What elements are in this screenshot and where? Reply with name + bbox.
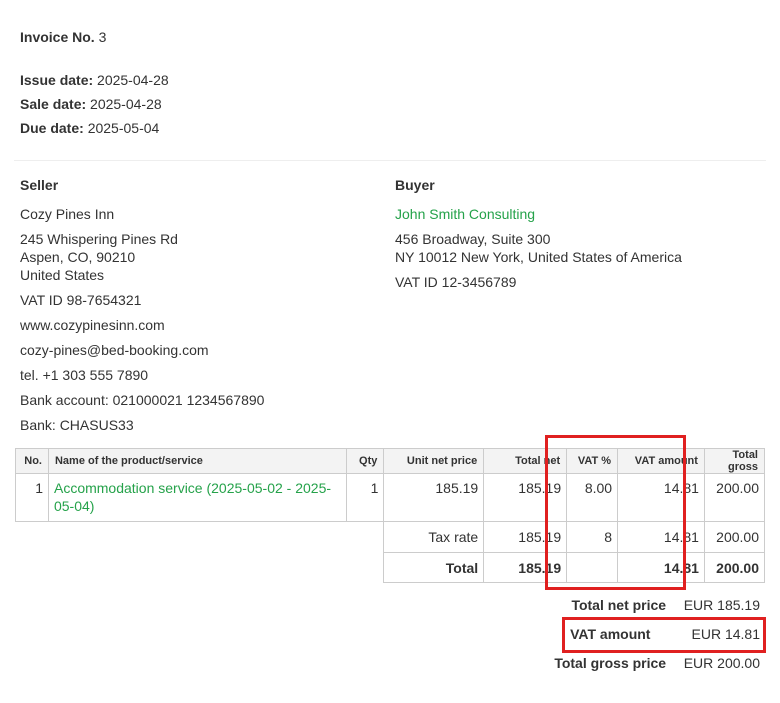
invoice-number: 3 <box>98 29 107 45</box>
seller-vat-id: VAT ID 98-7654321 <box>20 292 142 308</box>
summary-gross-label: Total gross price <box>554 655 667 671</box>
buyer-name-link[interactable]: John Smith Consulting <box>395 205 765 223</box>
buyer-address-line2: NY 10012 New York, United States of Amer… <box>395 249 682 265</box>
summary-net-row: Total net price EUR 185.19 <box>536 597 760 613</box>
summary-vat-label: VAT amount <box>570 626 651 642</box>
buyer-vat-id: VAT ID 12-3456789 <box>395 274 517 290</box>
seller-address-line2: Aspen, CO, 90210 <box>20 249 136 265</box>
invoice-number-label: Invoice No. <box>20 29 95 45</box>
divider <box>14 160 766 161</box>
empty-cell <box>16 553 384 583</box>
buyer-title: Buyer <box>395 177 435 193</box>
issue-date: 2025-04-28 <box>97 72 169 88</box>
seller-country: United States <box>20 267 105 283</box>
summary-net-value: EUR 185.19 <box>683 597 760 613</box>
summary-vat-row: VAT amount EUR 14.81 <box>570 626 760 642</box>
empty-cell <box>16 522 384 553</box>
invoice-meta: Invoice No. 3 Issue date: 2025-04-28 Sal… <box>20 28 169 143</box>
buyer-address-line1: 456 Broadway, Suite 300 <box>395 231 551 247</box>
seller-title: Seller <box>20 177 59 193</box>
summary-net-label: Total net price <box>571 597 667 613</box>
cell-qty: 1 <box>346 473 385 522</box>
cell-no: 1 <box>15 473 49 522</box>
vat-columns-highlight <box>545 435 686 590</box>
col-header-unit-net: Unit net price <box>383 448 485 474</box>
sale-date: 2025-04-28 <box>90 96 162 112</box>
product-name-link[interactable]: Accommodation service (2025-05-02 - 2025… <box>47 473 348 522</box>
due-date-label: Due date: <box>20 120 84 136</box>
due-date: 2025-05-04 <box>87 120 160 136</box>
seller-website: www.cozypinesinn.com <box>20 317 165 333</box>
total-gross: 200.00 <box>703 552 766 583</box>
col-header-no: No. <box>15 448 49 474</box>
due-date-row: Due date: 2025-05-04 <box>20 119 169 143</box>
total-label: Total <box>383 552 485 583</box>
cell-total-gross: 200.00 <box>703 473 766 522</box>
seller-email: cozy-pines@bed-booking.com <box>20 342 209 358</box>
col-header-name: Name of the product/service <box>47 448 348 474</box>
buyer-address: 456 Broadway, Suite 300 NY 10012 New Yor… <box>395 230 765 266</box>
summary-gross-row: Total gross price EUR 200.00 <box>536 655 760 671</box>
seller-bank: Bank: CHASUS33 <box>20 417 134 433</box>
invoice-number-row: Invoice No. 3 <box>20 28 169 52</box>
tax-rate-label: Tax rate <box>383 521 485 553</box>
seller-section: Seller Cozy Pines Inn 245 Whispering Pin… <box>20 176 380 441</box>
seller-address-line1: 245 Whispering Pines Rd <box>20 231 178 247</box>
summary-vat-value: EUR 14.81 <box>691 626 760 642</box>
sale-date-label: Sale date: <box>20 96 87 112</box>
tax-total-gross: 200.00 <box>703 521 766 553</box>
sale-date-row: Sale date: 2025-04-28 <box>20 95 169 119</box>
col-header-qty: Qty <box>346 448 385 474</box>
col-header-total-gross: Total gross <box>703 448 766 474</box>
summary-gross-value: EUR 200.00 <box>683 655 760 671</box>
seller-bank-account: Bank account: 021000021 1234567890 <box>20 392 265 408</box>
buyer-section: Buyer John Smith Consulting 456 Broadway… <box>395 176 765 298</box>
issue-date-label: Issue date: <box>20 72 94 88</box>
seller-phone: tel. +1 303 555 7890 <box>20 367 149 383</box>
cell-unit-net: 185.19 <box>383 473 485 522</box>
issue-date-row: Issue date: 2025-04-28 <box>20 71 169 95</box>
seller-name: Cozy Pines Inn <box>20 206 115 222</box>
seller-address: 245 Whispering Pines Rd Aspen, CO, 90210… <box>20 230 380 284</box>
